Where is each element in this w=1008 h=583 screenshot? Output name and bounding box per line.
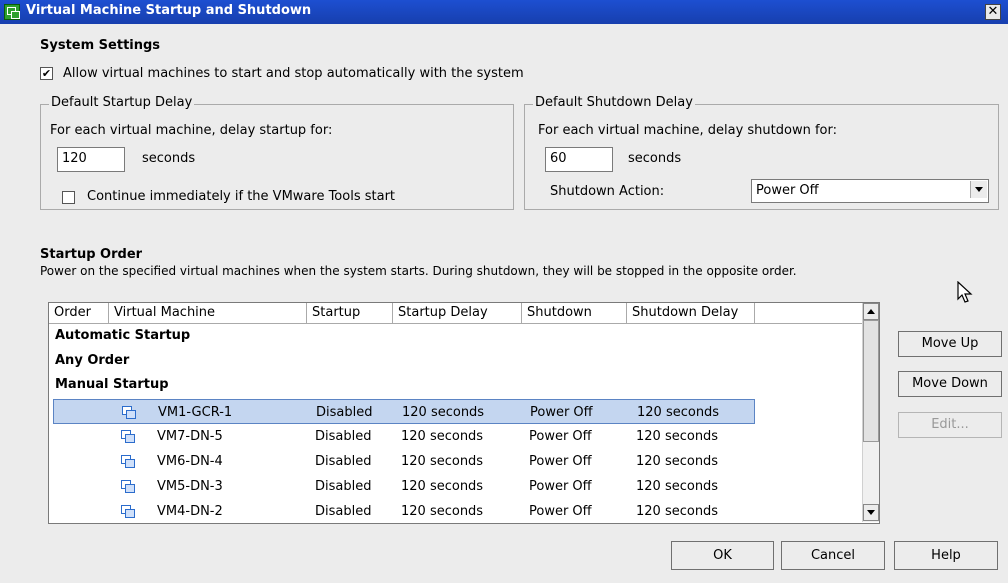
- startup-delay-prompt: For each virtual machine, delay startup …: [50, 123, 333, 138]
- help-button[interactable]: Help: [894, 541, 998, 570]
- shutdown-action-value: Power Off: [756, 183, 819, 198]
- vm-icon: [121, 505, 135, 518]
- continue-immediately-label: Continue immediately if the VMware Tools…: [87, 189, 396, 204]
- cancel-button[interactable]: Cancel: [781, 541, 885, 570]
- cell-startup-delay: 120 seconds: [401, 454, 484, 469]
- cell-startup: Disabled: [315, 479, 372, 494]
- vm-icon: [122, 406, 136, 419]
- allow-auto-label: Allow virtual machines to start and stop…: [63, 66, 524, 81]
- column-header-filler: [755, 303, 863, 323]
- cell-startup-delay: 120 seconds: [401, 479, 484, 494]
- continue-immediately-checkbox[interactable]: [62, 191, 75, 204]
- column-header-shutdown-delay[interactable]: Shutdown Delay: [627, 303, 755, 323]
- shutdown-delay-unit: seconds: [628, 151, 682, 166]
- cell-shutdown: Power Off: [529, 429, 592, 444]
- table-row[interactable]: VM7-DN-5 Disabled 120 seconds Power Off …: [53, 424, 755, 449]
- cell-shutdown-delay: 120 seconds: [636, 454, 719, 469]
- column-header-startup-delay[interactable]: Startup Delay: [393, 303, 522, 323]
- cell-shutdown-delay: 120 seconds: [636, 504, 719, 519]
- cell-vm-name: VM6-DN-4: [157, 454, 223, 469]
- vm-app-icon: [4, 4, 20, 20]
- column-header-vm[interactable]: Virtual Machine: [109, 303, 307, 323]
- mouse-cursor-icon: [957, 281, 973, 303]
- list-header: Order Virtual Machine Startup Startup De…: [49, 303, 879, 324]
- allow-auto-checkbox[interactable]: ✔: [40, 67, 53, 80]
- cell-vm-name: VM4-DN-2: [157, 504, 223, 519]
- shutdown-delay-input[interactable]: 60: [545, 147, 613, 172]
- startup-delay-legend: Default Startup Delay: [49, 95, 195, 110]
- list-scrollbar[interactable]: [862, 303, 879, 522]
- move-down-button[interactable]: Move Down: [898, 371, 1002, 397]
- chevron-down-icon[interactable]: [970, 181, 987, 198]
- cell-startup: Disabled: [316, 405, 373, 420]
- cell-shutdown-delay: 120 seconds: [637, 405, 720, 420]
- column-header-shutdown[interactable]: Shutdown: [522, 303, 627, 323]
- edit-button[interactable]: Edit...: [898, 412, 1002, 438]
- table-row[interactable]: VM1-GCR-1 Disabled 120 seconds Power Off…: [53, 399, 755, 424]
- cell-vm-name: VM7-DN-5: [157, 429, 223, 444]
- cell-vm-name: VM5-DN-3: [157, 479, 223, 494]
- startup-delay-unit: seconds: [142, 151, 196, 166]
- shutdown-delay-legend: Default Shutdown Delay: [533, 95, 695, 110]
- cell-shutdown-delay: 120 seconds: [636, 429, 719, 444]
- shutdown-delay-prompt: For each virtual machine, delay shutdown…: [538, 123, 837, 138]
- group-manual-startup[interactable]: Manual Startup: [55, 377, 169, 392]
- vm-icon: [121, 455, 135, 468]
- cell-shutdown: Power Off: [529, 454, 592, 469]
- startup-order-list[interactable]: Order Virtual Machine Startup Startup De…: [48, 302, 880, 524]
- close-button[interactable]: ✕: [985, 4, 1001, 20]
- group-any-order[interactable]: Any Order: [55, 353, 129, 368]
- system-settings-heading: System Settings: [40, 38, 161, 53]
- column-header-startup[interactable]: Startup: [307, 303, 393, 323]
- table-row[interactable]: VM6-DN-4 Disabled 120 seconds Power Off …: [53, 449, 755, 474]
- cell-shutdown: Power Off: [529, 479, 592, 494]
- cell-startup: Disabled: [315, 429, 372, 444]
- ok-button[interactable]: OK: [671, 541, 774, 570]
- startup-order-description: Power on the specified virtual machines …: [40, 264, 797, 278]
- table-row[interactable]: VM5-DN-3 Disabled 120 seconds Power Off …: [53, 474, 755, 499]
- startup-order-heading: Startup Order: [40, 247, 143, 262]
- cell-shutdown: Power Off: [529, 504, 592, 519]
- shutdown-action-select[interactable]: Power Off: [751, 179, 989, 203]
- group-automatic-startup[interactable]: Automatic Startup: [55, 328, 190, 343]
- title-bar: Virtual Machine Startup and Shutdown ✕: [0, 0, 1008, 24]
- move-up-button[interactable]: Move Up: [898, 331, 1002, 357]
- cell-startup: Disabled: [315, 454, 372, 469]
- scroll-down-arrow-icon[interactable]: [863, 504, 879, 521]
- cell-startup-delay: 120 seconds: [402, 405, 485, 420]
- table-row[interactable]: VM4-DN-2 Disabled 120 seconds Power Off …: [53, 499, 755, 523]
- vm-icon: [121, 430, 135, 443]
- scrollbar-thumb[interactable]: [863, 320, 879, 442]
- cell-startup-delay: 120 seconds: [401, 504, 484, 519]
- scroll-up-arrow-icon[interactable]: [863, 303, 879, 320]
- cell-vm-name: VM1-GCR-1: [158, 405, 233, 420]
- cell-startup-delay: 120 seconds: [401, 429, 484, 444]
- shutdown-action-label: Shutdown Action:: [550, 184, 665, 199]
- startup-delay-input[interactable]: 120: [57, 147, 125, 172]
- cell-startup: Disabled: [315, 504, 372, 519]
- column-header-order[interactable]: Order: [49, 303, 109, 323]
- cell-shutdown: Power Off: [530, 405, 593, 420]
- cell-shutdown-delay: 120 seconds: [636, 479, 719, 494]
- window-title: Virtual Machine Startup and Shutdown: [26, 3, 312, 18]
- vm-icon: [121, 480, 135, 493]
- checkmark-icon: ✔: [41, 67, 52, 80]
